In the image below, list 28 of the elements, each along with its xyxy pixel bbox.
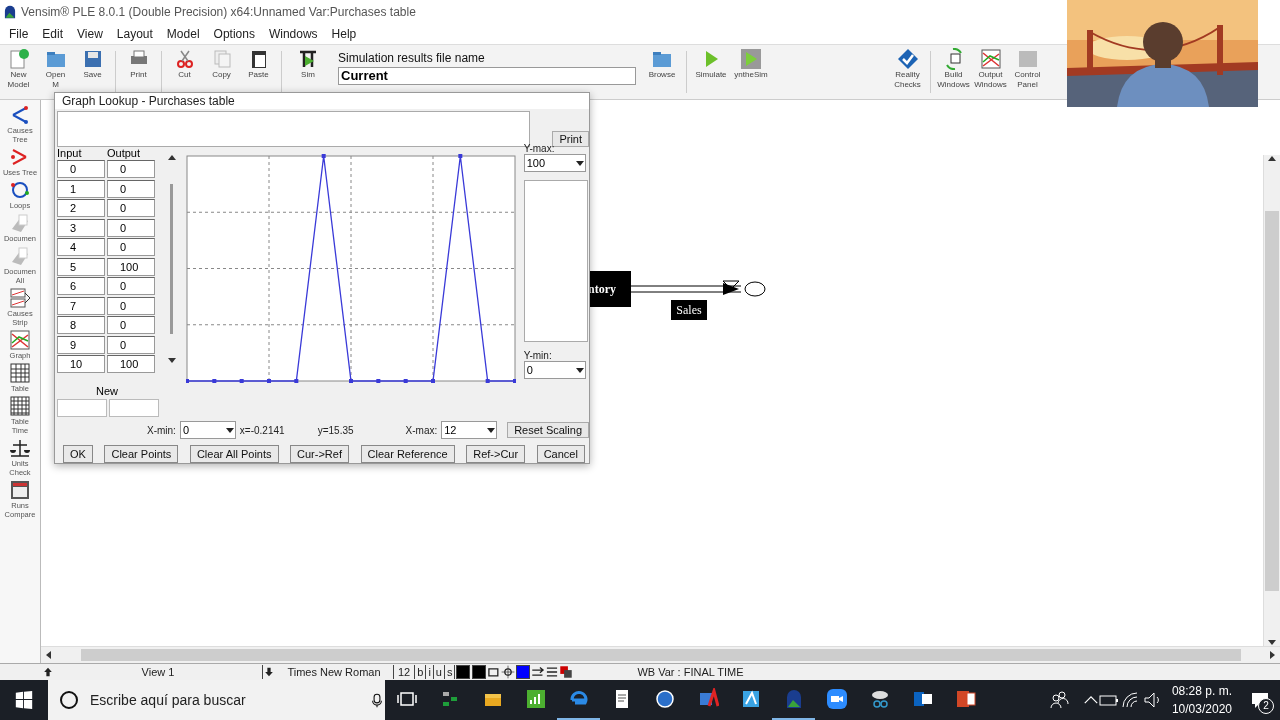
toolbar-label: yntheSim bbox=[734, 70, 768, 80]
toolbar-label: Output Windows bbox=[974, 70, 1007, 90]
results-file-label: Simulation results file name bbox=[338, 51, 486, 65]
column-header: Input bbox=[57, 147, 83, 160]
window-title: Vensim® PLE 8.0.1 (Double Precision) x64:Unnamed Var:Purchases table bbox=[21, 5, 416, 19]
toolbar-label: Build Windows bbox=[937, 70, 970, 90]
toolbar-label: Copy bbox=[212, 70, 231, 80]
toolbar-label: Simulate bbox=[695, 70, 727, 80]
column-header: Output bbox=[107, 147, 142, 160]
toolbar-label: Browse bbox=[648, 70, 676, 80]
toolbar-label: Paste bbox=[248, 70, 269, 80]
xmax-label: X-max: bbox=[405, 424, 438, 436]
toolbar-label: Reality Checks bbox=[894, 70, 921, 90]
new-label: New bbox=[95, 385, 119, 397]
ymin-label: Y-min: bbox=[523, 350, 553, 361]
toolbar-label: New Model bbox=[7, 70, 30, 90]
xmin-label: X-min: bbox=[147, 424, 176, 436]
status-message: WB Var : FINAL TIME bbox=[636, 665, 745, 679]
y-readout: y=15.35 bbox=[317, 424, 355, 436]
toolbar-label: Save bbox=[83, 70, 102, 80]
toolbar-label: Open M bbox=[45, 70, 66, 90]
dialog-title: Graph Lookup - Purchases table bbox=[55, 93, 589, 109]
toolbar-label: Print bbox=[130, 70, 147, 80]
toolbar-label: Sim bbox=[301, 70, 315, 80]
toolbar-label: Cut bbox=[178, 70, 191, 80]
toolbar-label: Control Panel bbox=[1014, 70, 1041, 90]
x-readout: x=-0.2141 bbox=[239, 424, 286, 436]
notification-count: 2 bbox=[1258, 698, 1274, 714]
